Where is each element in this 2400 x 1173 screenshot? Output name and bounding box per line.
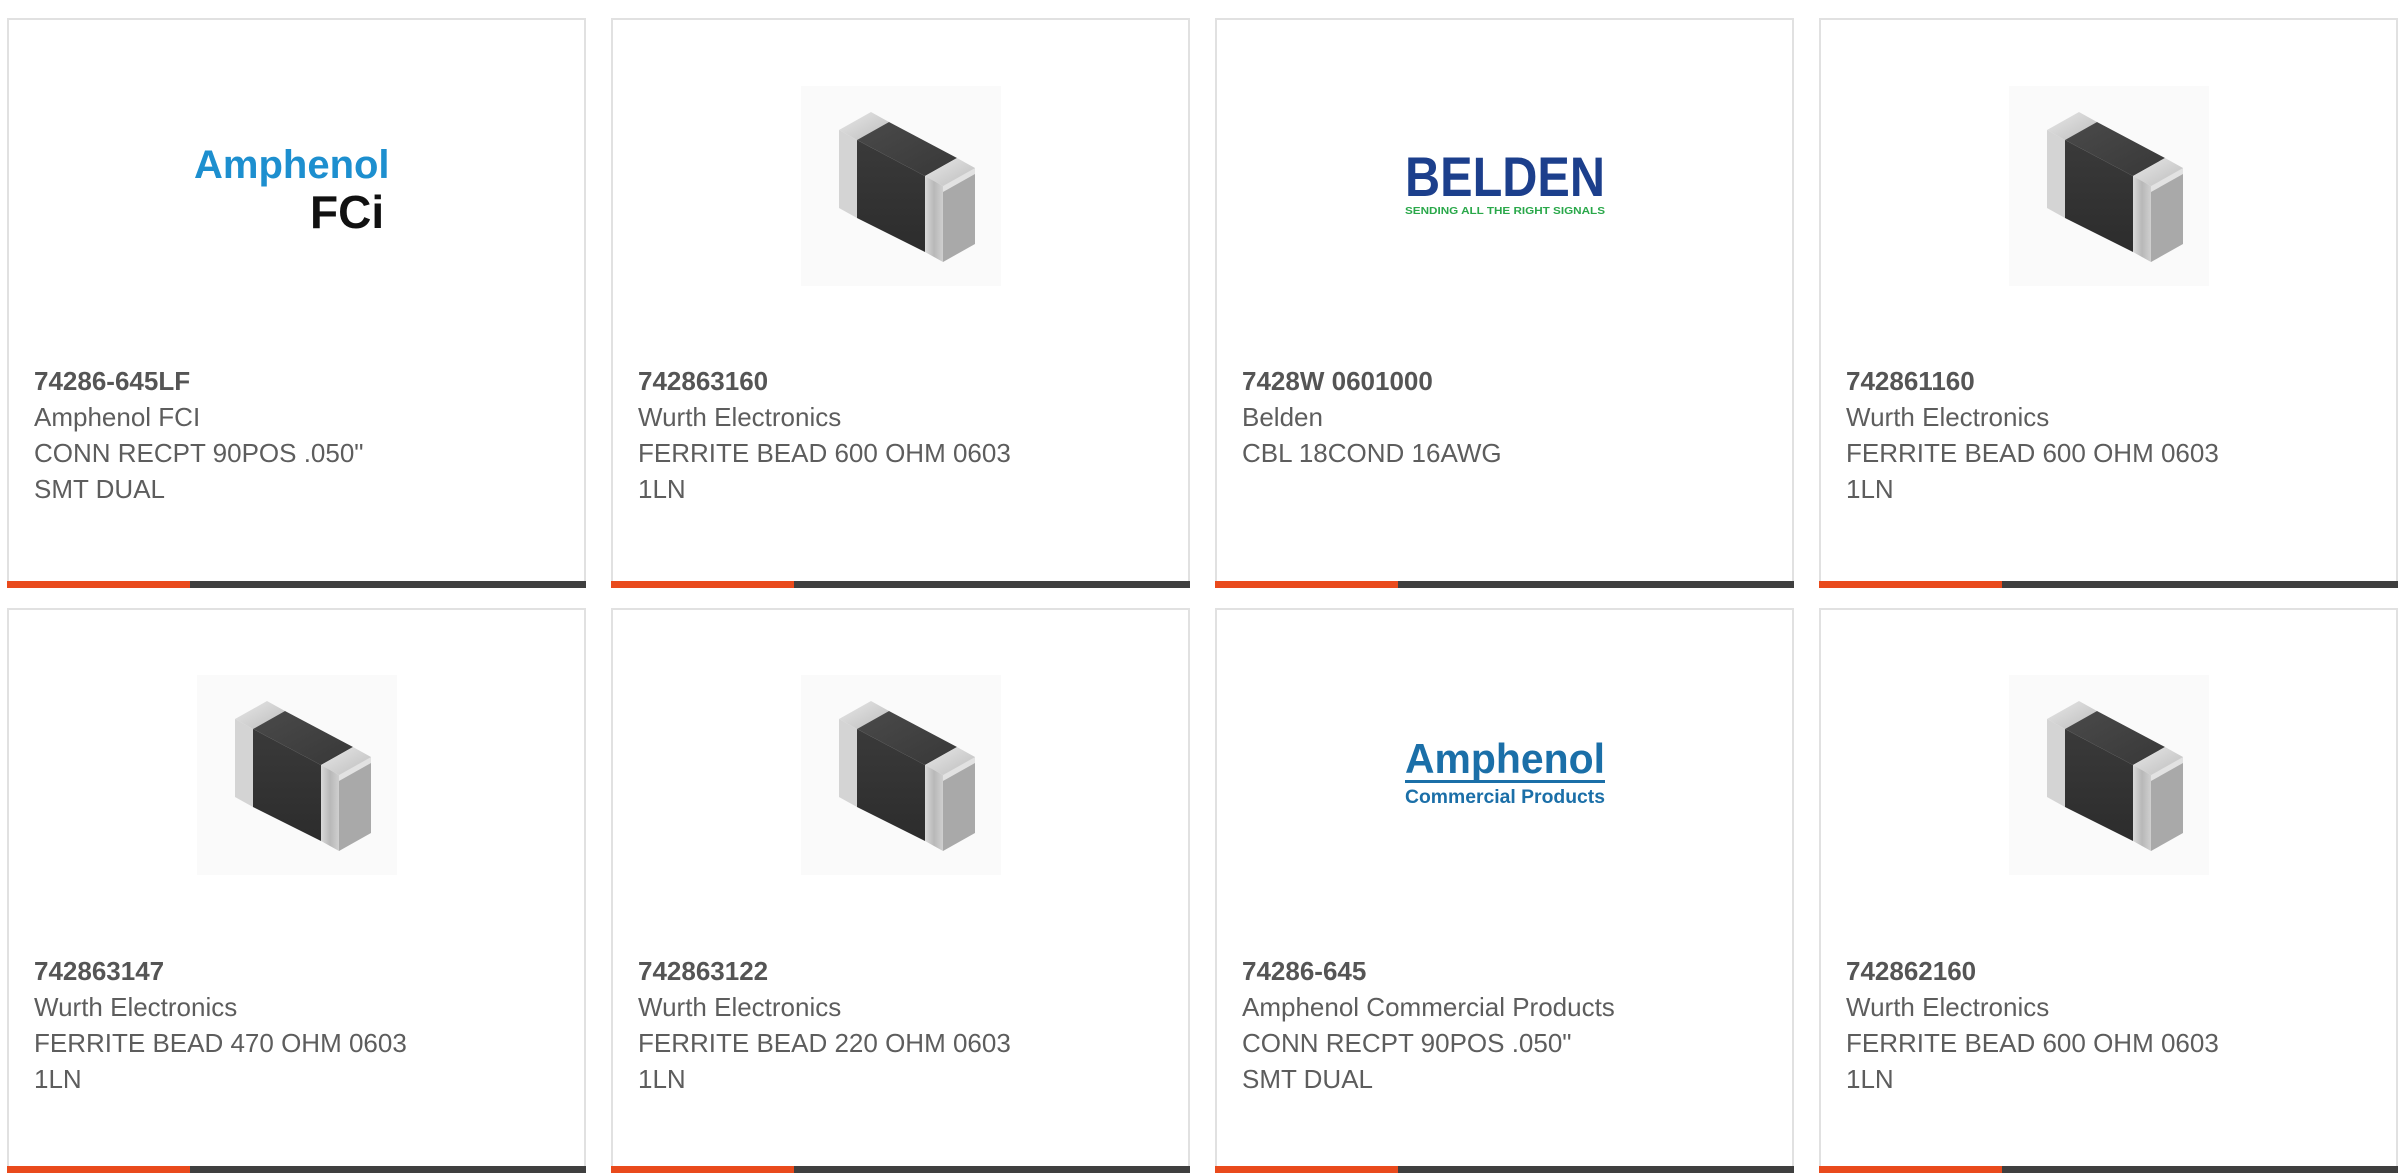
manufacturer: Wurth Electronics bbox=[1846, 992, 2050, 1022]
card-bottom-bar bbox=[611, 1166, 1190, 1173]
description: FERRITE BEAD 470 OHM 0603 1LN bbox=[34, 1028, 407, 1094]
product-image[interactable]: BELDEN SENDING ALL THE RIGHT SIGNALS bbox=[1217, 86, 1792, 286]
card-bottom-bar bbox=[7, 1166, 586, 1173]
card-accent-bar bbox=[1819, 1166, 2002, 1173]
ferrite-bead-chip-image bbox=[2008, 675, 2209, 875]
card-bottom-bar bbox=[1215, 581, 1794, 588]
product-info: 742863122 Wurth Electronics FERRITE BEAD… bbox=[638, 953, 1168, 1097]
product-info: 7428W 0601000 Belden CBL 18COND 16AWG bbox=[1242, 363, 1772, 471]
product-info: 742863147 Wurth Electronics FERRITE BEAD… bbox=[34, 953, 564, 1097]
product-image[interactable] bbox=[9, 675, 584, 875]
part-number[interactable]: 74286-645LF bbox=[34, 363, 564, 399]
card-accent-bar bbox=[7, 581, 190, 588]
part-number[interactable]: 742863122 bbox=[638, 953, 1168, 989]
product-card[interactable]: 742863122 Wurth Electronics FERRITE BEAD… bbox=[611, 608, 1190, 1173]
manufacturer: Wurth Electronics bbox=[638, 992, 842, 1022]
product-image[interactable] bbox=[1821, 675, 2396, 875]
product-card[interactable]: BELDEN SENDING ALL THE RIGHT SIGNALS 742… bbox=[1215, 18, 1794, 588]
part-number[interactable]: 74286-645 bbox=[1242, 953, 1772, 989]
belden-logo: BELDEN SENDING ALL THE RIGHT SIGNALS bbox=[1405, 146, 1605, 217]
product-image[interactable]: Amphenol Commercial Products bbox=[1217, 675, 1792, 875]
logo-text: Commercial Products bbox=[1405, 787, 1605, 808]
product-image[interactable] bbox=[1821, 86, 2396, 286]
card-bottom-bar bbox=[611, 581, 1190, 588]
product-info: 742861160 Wurth Electronics FERRITE BEAD… bbox=[1846, 363, 2376, 507]
part-number[interactable]: 7428W 0601000 bbox=[1242, 363, 1772, 399]
card-accent-bar bbox=[611, 1166, 794, 1173]
product-image[interactable]: Amphenol FCi bbox=[9, 86, 584, 286]
product-card[interactable]: 742863160 Wurth Electronics FERRITE BEAD… bbox=[611, 18, 1190, 588]
logo-text: SENDING ALL THE RIGHT SIGNALS bbox=[1405, 206, 1605, 217]
description: CONN RECPT 90POS .050" SMT DUAL bbox=[34, 438, 364, 504]
product-card[interactable]: 742863147 Wurth Electronics FERRITE BEAD… bbox=[7, 608, 586, 1173]
product-image[interactable] bbox=[613, 86, 1188, 286]
ferrite-bead-chip-image bbox=[2008, 86, 2209, 286]
card-accent-bar bbox=[611, 581, 794, 588]
product-grid: Amphenol FCi 74286-645LF Amphenol FCI CO… bbox=[0, 0, 2400, 1173]
card-bottom-bar bbox=[7, 581, 586, 588]
part-number[interactable]: 742862160 bbox=[1846, 953, 2376, 989]
manufacturer: Amphenol Commercial Products bbox=[1242, 992, 1615, 1022]
card-bottom-bar bbox=[1819, 1166, 2398, 1173]
ferrite-bead-chip-image bbox=[196, 675, 397, 875]
product-info: 742863160 Wurth Electronics FERRITE BEAD… bbox=[638, 363, 1168, 507]
part-number[interactable]: 742861160 bbox=[1846, 363, 2376, 399]
description: FERRITE BEAD 600 OHM 0603 1LN bbox=[638, 438, 1011, 504]
logo-text: Amphenol bbox=[1405, 735, 1605, 782]
amphenol-fci-logo: Amphenol FCi bbox=[194, 143, 390, 236]
card-accent-bar bbox=[1819, 581, 2002, 588]
product-info: 74286-645LF Amphenol FCI CONN RECPT 90PO… bbox=[34, 363, 564, 507]
logo-text: FCi bbox=[310, 186, 384, 236]
card-accent-bar bbox=[7, 1166, 190, 1173]
product-image[interactable] bbox=[613, 675, 1188, 875]
product-card[interactable]: 742862160 Wurth Electronics FERRITE BEAD… bbox=[1819, 608, 2398, 1173]
card-accent-bar bbox=[1215, 581, 1398, 588]
card-bottom-bar bbox=[1215, 1166, 1794, 1173]
logo-text: BELDEN bbox=[1405, 146, 1605, 208]
manufacturer: Wurth Electronics bbox=[34, 992, 238, 1022]
description: FERRITE BEAD 220 OHM 0603 1LN bbox=[638, 1028, 1011, 1094]
logo-text: Amphenol bbox=[194, 143, 390, 187]
product-info: 742862160 Wurth Electronics FERRITE BEAD… bbox=[1846, 953, 2376, 1097]
card-accent-bar bbox=[1215, 1166, 1398, 1173]
part-number[interactable]: 742863160 bbox=[638, 363, 1168, 399]
description: CBL 18COND 16AWG bbox=[1242, 438, 1502, 468]
manufacturer: Wurth Electronics bbox=[1846, 402, 2050, 432]
manufacturer: Wurth Electronics bbox=[638, 402, 842, 432]
ferrite-bead-chip-image bbox=[800, 675, 1001, 875]
manufacturer: Belden bbox=[1242, 402, 1323, 432]
description: FERRITE BEAD 600 OHM 0603 1LN bbox=[1846, 1028, 2219, 1094]
ferrite-bead-chip-image bbox=[800, 86, 1001, 286]
description: FERRITE BEAD 600 OHM 0603 1LN bbox=[1846, 438, 2219, 504]
manufacturer: Amphenol FCI bbox=[34, 402, 201, 432]
product-card[interactable]: 742861160 Wurth Electronics FERRITE BEAD… bbox=[1819, 18, 2398, 588]
product-card[interactable]: Amphenol FCi 74286-645LF Amphenol FCI CO… bbox=[7, 18, 586, 588]
card-bottom-bar bbox=[1819, 581, 2398, 588]
amphenol-commercial-logo: Amphenol Commercial Products bbox=[1404, 735, 1605, 808]
part-number[interactable]: 742863147 bbox=[34, 953, 564, 989]
product-info: 74286-645 Amphenol Commercial Products C… bbox=[1242, 953, 1772, 1097]
description: CONN RECPT 90POS .050" SMT DUAL bbox=[1242, 1028, 1572, 1094]
product-card[interactable]: Amphenol Commercial Products 74286-645 A… bbox=[1215, 608, 1794, 1173]
